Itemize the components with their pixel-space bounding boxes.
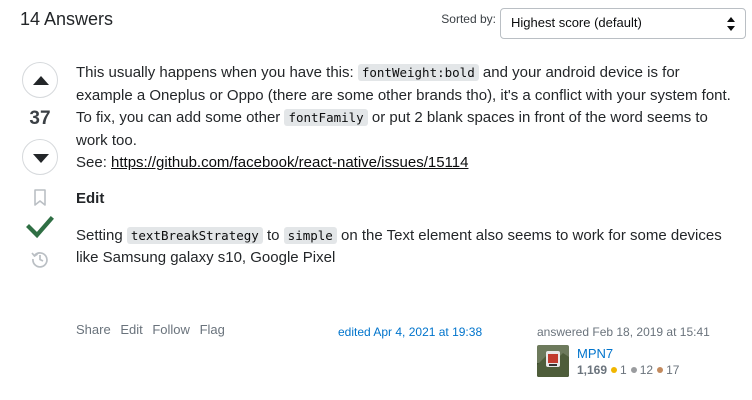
edit-heading: Edit [76, 189, 105, 207]
answer-body: This usually happens when you have this:… [76, 62, 736, 284]
user-card: answered Feb 18, 2019 at 15:41 MPN7 1,16… [537, 325, 737, 377]
inline-code: simple [283, 226, 337, 244]
silver-badge-count: 12 [639, 363, 654, 377]
text: To fix, you can add some other [76, 109, 285, 127]
updown-caret-icon [727, 17, 735, 31]
user-details: MPN7 1,169 1 12 17 [577, 346, 679, 377]
checkmark-icon [26, 216, 54, 239]
answers-count: 14 Answers [20, 9, 114, 29]
flag-link[interactable]: Flag [200, 322, 225, 337]
avatar-image [537, 345, 569, 377]
answers-header: 14 Answers Sorted by: Highest score (def… [20, 8, 746, 39]
share-link[interactable]: Share [76, 322, 111, 337]
downvote-button[interactable] [22, 139, 58, 175]
vote-count: 37 [29, 108, 51, 129]
arrow-down-icon [33, 154, 49, 163]
bronze-badge-icon [657, 367, 664, 374]
gold-badge-count: 1 [620, 363, 627, 377]
github-issue-link[interactable]: https://github.com/facebook/react-native… [111, 154, 468, 171]
upvote-button[interactable] [22, 62, 58, 98]
vote-cell: 37 [20, 62, 60, 269]
inline-code: textBreakStrategy [126, 226, 263, 244]
bookmark-icon[interactable] [33, 189, 47, 207]
arrow-up-icon [33, 76, 49, 85]
inline-code: fontWeight:bold [357, 64, 479, 81]
silver-badge-icon [630, 367, 637, 374]
edit-link[interactable]: Edit [120, 322, 142, 337]
bronze-badge-count: 17 [666, 363, 680, 377]
text: See: [76, 154, 112, 172]
paragraph-fix: To fix, you can add some other fontFamil… [76, 107, 736, 152]
reputation-score: 1,169 [577, 363, 608, 377]
avatar[interactable] [537, 345, 569, 377]
gold-badge-icon [611, 367, 618, 374]
post-menu: Share Edit Follow Flag [76, 322, 231, 337]
answered-timestamp: answered Feb 18, 2019 at 15:41 [537, 325, 710, 339]
sort-label: Sorted by: [441, 12, 496, 26]
text: to [262, 226, 284, 244]
text: This usually happens when you have this: [76, 64, 358, 81]
follow-link[interactable]: Follow [152, 322, 190, 337]
paragraph-cause: This usually happens when you have this:… [76, 62, 736, 107]
paragraph-see: See: https://github.com/facebook/react-n… [76, 152, 736, 175]
paragraph-edit: Setting textBreakStrategy to simple on t… [76, 225, 736, 270]
sort-selected-value: Highest score (default) [511, 15, 642, 30]
inline-code: fontFamily [284, 109, 368, 127]
user-reputation: 1,169 1 12 17 [577, 363, 679, 377]
sort-select[interactable]: Highest score (default) [500, 8, 746, 39]
user-name-link[interactable]: MPN7 [577, 346, 679, 361]
edited-timestamp[interactable]: edited Apr 4, 2021 at 19:38 [338, 325, 482, 339]
history-icon[interactable] [30, 249, 50, 269]
text: Setting [76, 226, 127, 244]
